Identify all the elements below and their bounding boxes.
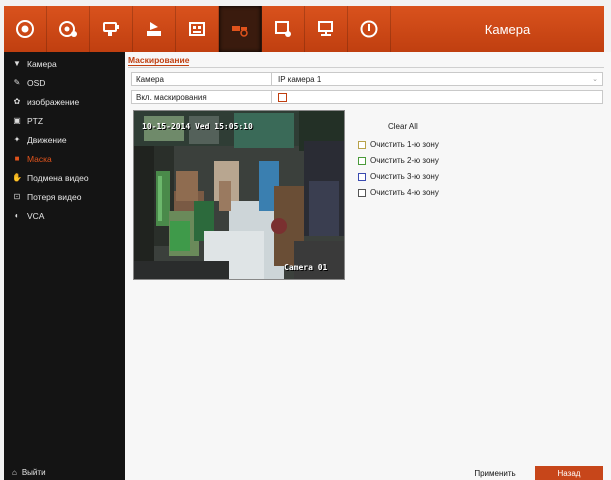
preview-camera-name: Camera 01 — [284, 263, 328, 272]
camera-select-value: IP камера 1 — [278, 74, 322, 84]
zone-color-swatch — [358, 188, 366, 197]
clear-zone-label: Очистить 1-ю зону — [370, 140, 439, 149]
sidebar-menu: ▼ Камера ✎ OSD ✿ изображение ▣ PTZ ✦ Движение ■ Мас… — [4, 54, 125, 225]
clear-all-button[interactable]: Clear All — [388, 122, 418, 131]
sidebar: ▼ Камера ✎ OSD ✿ изображение ▣ PTZ ✦ Движение ■ Мас… — [4, 52, 125, 480]
camera-icon: ▼ — [13, 59, 21, 68]
ptz-icon: ▣ — [13, 116, 21, 125]
toolbar-title: Камера — [484, 21, 531, 37]
main-panel: Маскирование Камера IP камера 1 ⌄ Вкл. м… — [125, 52, 611, 480]
chevron-down-icon: ⌄ — [592, 76, 598, 83]
zone-color-swatch — [358, 172, 366, 181]
sidebar-item-osd[interactable]: ✎ OSD — [4, 73, 125, 92]
clear-zone-4-button[interactable]: Очистить 4-ю зону — [358, 188, 439, 197]
clear-zone-label: Очистить 3-ю зону — [370, 172, 439, 181]
toolbar-record-button[interactable] — [219, 6, 262, 52]
toolbar-hdd-button[interactable] — [176, 6, 219, 52]
enable-mask-checkbox[interactable] — [278, 92, 287, 102]
sidebar-item-label: Потеря видео — [27, 191, 82, 202]
clear-zone-1-button[interactable]: Очистить 1-ю зону — [358, 140, 439, 149]
shutdown-icon — [360, 20, 378, 38]
camera-preview[interactable]: 10-15-2014 Ved 15:05:10 Camera 01 — [133, 110, 345, 280]
zone-color-swatch — [358, 140, 366, 149]
camera-select[interactable]: IP камера 1 ⌄ — [272, 73, 602, 85]
preview-timestamp: 10-15-2014 Ved 15:05:10 — [142, 122, 253, 131]
sidebar-item-tamper[interactable]: ✋ Подмена видео — [4, 168, 125, 187]
sidebar-item-label: Движение — [27, 134, 67, 145]
camera-row: Камера IP камера 1 ⌄ — [131, 72, 603, 86]
sidebar-item-label: Камера — [27, 58, 57, 69]
sidebar-item-label: изображение — [27, 96, 80, 107]
sidebar-item-label: Маска — [27, 153, 52, 164]
toolbar-playback-button[interactable] — [47, 6, 90, 52]
mask-icon: ■ — [14, 154, 20, 163]
toolbar-ptz-button[interactable] — [90, 6, 133, 52]
clear-zone-2-button[interactable]: Очистить 2-ю зону — [358, 156, 439, 165]
hdd-icon — [189, 22, 205, 36]
osd-icon: ✎ — [13, 78, 21, 87]
sidebar-item-image[interactable]: ✿ изображение — [4, 92, 125, 111]
back-button[interactable]: Назад — [535, 466, 603, 480]
sidebar-item-label: OSD — [27, 77, 46, 88]
playback-icon — [59, 21, 77, 37]
video-loss-icon: ⊡ — [13, 192, 21, 201]
enable-mask-row: Вкл. маскирования — [131, 90, 603, 104]
section-divider — [128, 67, 604, 68]
live-view-icon — [16, 20, 34, 38]
home-icon: ⌂ — [12, 467, 17, 477]
sidebar-item-video-loss[interactable]: ⊡ Потеря видео — [4, 187, 125, 206]
export-icon — [147, 22, 161, 36]
exit-label: Выйти — [21, 467, 46, 477]
apply-button[interactable]: Применить — [467, 466, 523, 480]
image-icon: ✿ — [13, 97, 21, 106]
enable-mask-label: Вкл. маскирования — [132, 91, 272, 103]
main-toolbar: Камера — [4, 6, 604, 52]
motion-icon: ✦ — [13, 135, 21, 144]
sidebar-item-label: PTZ — [27, 115, 44, 126]
toolbar-live-view-button[interactable] — [4, 6, 47, 52]
clear-zone-label: Очистить 2-ю зону — [370, 156, 439, 165]
camera-settings-icon — [275, 21, 291, 37]
sidebar-item-mask[interactable]: ■ Маска — [4, 149, 125, 168]
exit-button[interactable]: ⌂ Выйти — [12, 464, 46, 480]
record-icon — [232, 26, 248, 37]
ptz-icon — [103, 22, 119, 36]
vca-icon: ◐ — [14, 211, 20, 220]
section-title: Маскирование — [128, 55, 190, 66]
sidebar-item-vca[interactable]: ◐ VCA — [4, 206, 125, 225]
sidebar-item-motion[interactable]: ✦ Движение — [4, 130, 125, 149]
sidebar-item-label: VCA — [27, 210, 45, 221]
sidebar-item-ptz[interactable]: ▣ PTZ — [4, 111, 125, 130]
toolbar-export-button[interactable] — [133, 6, 176, 52]
toolbar-camera-settings-button[interactable] — [262, 6, 305, 52]
sidebar-item-camera[interactable]: ▼ Камера — [4, 54, 125, 73]
clear-zone-3-button[interactable]: Очистить 3-ю зону — [358, 172, 439, 181]
zone-color-swatch — [358, 156, 366, 165]
network-icon — [318, 21, 333, 36]
clear-zone-label: Очистить 4-ю зону — [370, 188, 439, 197]
camera-label: Камера — [132, 73, 272, 85]
sidebar-item-label: Подмена видео — [27, 172, 89, 183]
tamper-icon: ✋ — [12, 173, 22, 182]
toolbar-shutdown-button[interactable] — [348, 6, 391, 52]
camera-preview-image — [134, 111, 344, 279]
toolbar-network-button[interactable] — [305, 6, 348, 52]
